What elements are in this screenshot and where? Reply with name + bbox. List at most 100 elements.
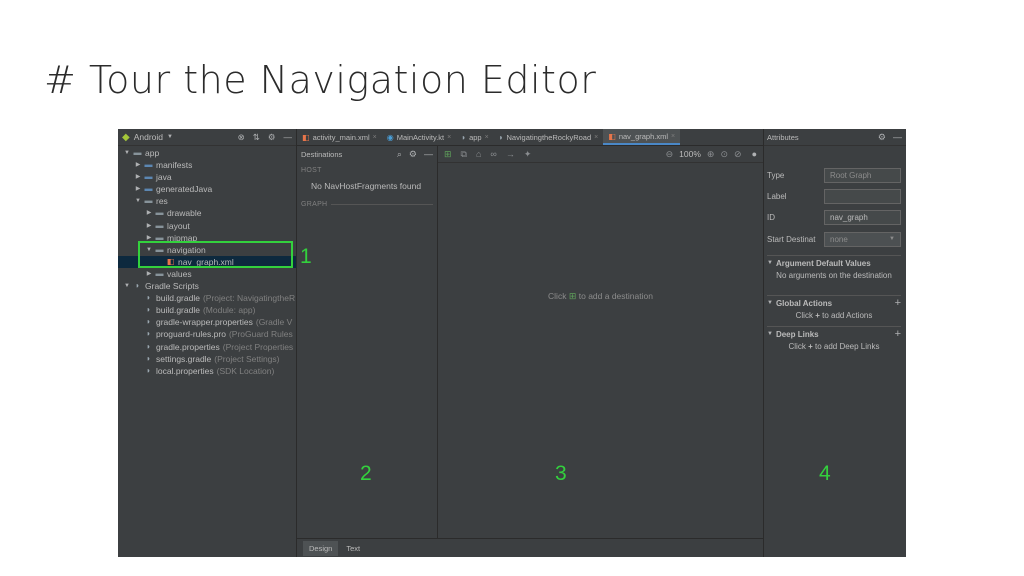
- deep-links-header[interactable]: ▼ Deep Links +: [767, 327, 901, 341]
- hide-icon[interactable]: —: [284, 132, 293, 143]
- collapsed-arrow-icon[interactable]: ▶: [144, 268, 154, 280]
- global-actions-header[interactable]: ▼ Global Actions +: [767, 296, 901, 310]
- auto-arrange-icon[interactable]: ✦: [524, 149, 532, 160]
- tree-item[interactable]: ▶ ▬ drawable: [118, 207, 296, 219]
- collapsed-arrow-icon[interactable]: ▶: [133, 171, 143, 183]
- collapsed-arrow-icon[interactable]: ▶: [133, 183, 143, 195]
- expanded-arrow-icon[interactable]: ▼: [144, 244, 154, 256]
- expanded-arrow-icon[interactable]: ▼: [133, 195, 143, 207]
- tree-item[interactable]: ◗ gradle.properties (Project Properties: [118, 341, 296, 353]
- add-action-icon[interactable]: +: [895, 297, 901, 309]
- hide-icon[interactable]: —: [424, 149, 433, 160]
- deep-links-empty: Click + to add Deep Links: [767, 341, 901, 353]
- warning-icon[interactable]: ●: [752, 149, 757, 159]
- hide-icon[interactable]: —: [893, 132, 902, 143]
- close-icon[interactable]: ×: [671, 133, 675, 140]
- collapse-icon[interactable]: ⊗: [238, 132, 245, 143]
- close-icon[interactable]: ×: [373, 134, 377, 141]
- empty-canvas-message: Click ⊞ to add a destination: [438, 291, 763, 302]
- editor-tab-bar: ◧ activity_main.xml × ◉ MainActivity.kt × ◗ app…: [297, 129, 763, 146]
- label-label: Label: [767, 191, 787, 201]
- chevron-down-icon[interactable]: ▼: [167, 134, 173, 140]
- graph-canvas[interactable]: ⊞ ⧉ ⌂ ∞ → ✦ ⊖ 100% ⊕ ⊙ ⊘ ● Click ⊞ to ad…: [438, 146, 763, 538]
- tree-item-label: navigation: [167, 244, 206, 255]
- tree-item[interactable]: ▶ ▬ layout: [118, 220, 296, 232]
- tree-item[interactable]: ◗ local.properties (SDK Location): [118, 365, 296, 377]
- tree-item-hint: (ProGuard Rules: [228, 329, 293, 340]
- project-view-selector[interactable]: Android: [134, 132, 163, 142]
- tree-item[interactable]: ▶ ▬ manifests: [118, 159, 296, 171]
- plus-icon: +: [808, 342, 813, 351]
- add-deep-link-icon[interactable]: +: [895, 328, 901, 340]
- zoom-out-icon[interactable]: ⊖: [666, 149, 674, 160]
- settings-icon[interactable]: ⚙: [268, 132, 276, 143]
- start-destination-label: Start Destinat: [767, 234, 816, 244]
- settings-icon[interactable]: ⚙: [878, 132, 886, 143]
- tree-item[interactable]: ▼ ▬ res: [118, 195, 296, 207]
- tree-item-label: generatedJava: [156, 184, 213, 195]
- close-icon[interactable]: ×: [485, 134, 489, 141]
- zoom-actual-icon[interactable]: ⊘: [734, 149, 742, 160]
- home-icon[interactable]: ⌂: [476, 149, 481, 159]
- tree-item[interactable]: ▼ ▬ navigation: [118, 244, 296, 256]
- link-icon[interactable]: ∞: [490, 149, 496, 159]
- tree-item-label: res: [156, 196, 168, 207]
- project-panel-header: ◆ Android ▼ ⊗ ⇅ ⚙ —: [118, 129, 296, 146]
- tree-item[interactable]: ▼ ▬ app: [118, 147, 296, 159]
- start-destination-value: none: [830, 234, 848, 244]
- editor-tab-label: nav_graph.xml: [618, 131, 669, 141]
- tree-item[interactable]: ▶ ▬ java: [118, 171, 296, 183]
- gradle-icon: ◗: [146, 305, 151, 315]
- collapsed-arrow-icon[interactable]: ▶: [144, 232, 154, 244]
- search-icon[interactable]: ⌕: [397, 149, 402, 160]
- collapsed-arrow-icon[interactable]: ▶: [144, 220, 154, 232]
- argument-defaults-header[interactable]: ▼ Argument Default Values: [767, 256, 901, 270]
- callout-3: 3: [555, 462, 567, 485]
- editor-tab[interactable]: ◧ nav_graph.xml ×: [603, 129, 681, 145]
- type-field[interactable]: Root Graph: [824, 167, 901, 183]
- collapsed-arrow-icon[interactable]: ▶: [144, 207, 154, 219]
- tree-item[interactable]: ◗ proguard-rules.pro (ProGuard Rules: [118, 328, 296, 340]
- editor-tab[interactable]: ◗ app ×: [456, 129, 493, 145]
- tree-item[interactable]: ▶ ▬ values: [118, 268, 296, 280]
- tree-item[interactable]: ▼ ◗ Gradle Scripts: [118, 280, 296, 292]
- editor-tab[interactable]: ◉ MainActivity.kt ×: [382, 129, 456, 145]
- close-icon[interactable]: ×: [447, 134, 451, 141]
- tree-item[interactable]: ◗ build.gradle (Module: app): [118, 304, 296, 316]
- folder-blue-icon: ▬: [144, 172, 153, 182]
- nested-graph-icon[interactable]: ⧉: [461, 149, 467, 160]
- scroll-from-source-icon[interactable]: ⇅: [253, 132, 260, 143]
- tree-item[interactable]: ◧ nav_graph.xml: [118, 255, 296, 268]
- expanded-arrow-icon[interactable]: ▼: [122, 147, 132, 159]
- tree-item[interactable]: ◗ gradle-wrapper.properties (Gradle V: [118, 316, 296, 328]
- tree-item[interactable]: ◗ settings.gradle (Project Settings): [118, 353, 296, 365]
- zoom-fit-icon[interactable]: ⊙: [720, 149, 728, 160]
- new-destination-icon[interactable]: ⊞: [444, 149, 452, 160]
- settings-icon[interactable]: ⚙: [409, 149, 417, 160]
- folder-blue-icon: ▬: [144, 184, 153, 194]
- start-destination-dropdown[interactable]: none ▼: [824, 231, 901, 247]
- tree-item[interactable]: ▶ ▬ generatedJava: [118, 183, 296, 195]
- editor-tab[interactable]: ◧ activity_main.xml ×: [297, 129, 382, 145]
- tree-item-label: layout: [167, 220, 190, 231]
- tree-item[interactable]: ◗ build.gradle (Project: NavigatingtheR: [118, 292, 296, 304]
- collapsed-arrow-icon[interactable]: ▶: [133, 159, 143, 171]
- editor-tab-label: activity_main.xml: [312, 132, 370, 142]
- add-destination-icon[interactable]: ⊞: [569, 291, 577, 301]
- attributes-title: Attributes: [767, 132, 799, 142]
- editor-tab[interactable]: ◗ NavigatingtheRockyRoad ×: [494, 129, 604, 145]
- folder-icon: ▬: [155, 208, 164, 218]
- tree-item[interactable]: ▶ ▬ mipmap: [118, 232, 296, 244]
- close-icon[interactable]: ×: [594, 134, 598, 141]
- zoom-in-icon[interactable]: ⊕: [707, 149, 715, 160]
- expanded-arrow-icon[interactable]: ▼: [122, 280, 132, 292]
- editor-tab-label: MainActivity.kt: [396, 132, 445, 142]
- global-actions-title: Global Actions: [775, 298, 833, 308]
- tab-text[interactable]: Text: [340, 541, 366, 556]
- label-field[interactable]: [824, 188, 901, 204]
- deep-links-title: Deep Links: [775, 329, 819, 339]
- xml-icon: ◧: [166, 256, 175, 266]
- tab-design[interactable]: Design: [303, 540, 339, 556]
- id-field[interactable]: nav_graph: [824, 209, 901, 225]
- action-arrow-icon[interactable]: →: [506, 149, 515, 159]
